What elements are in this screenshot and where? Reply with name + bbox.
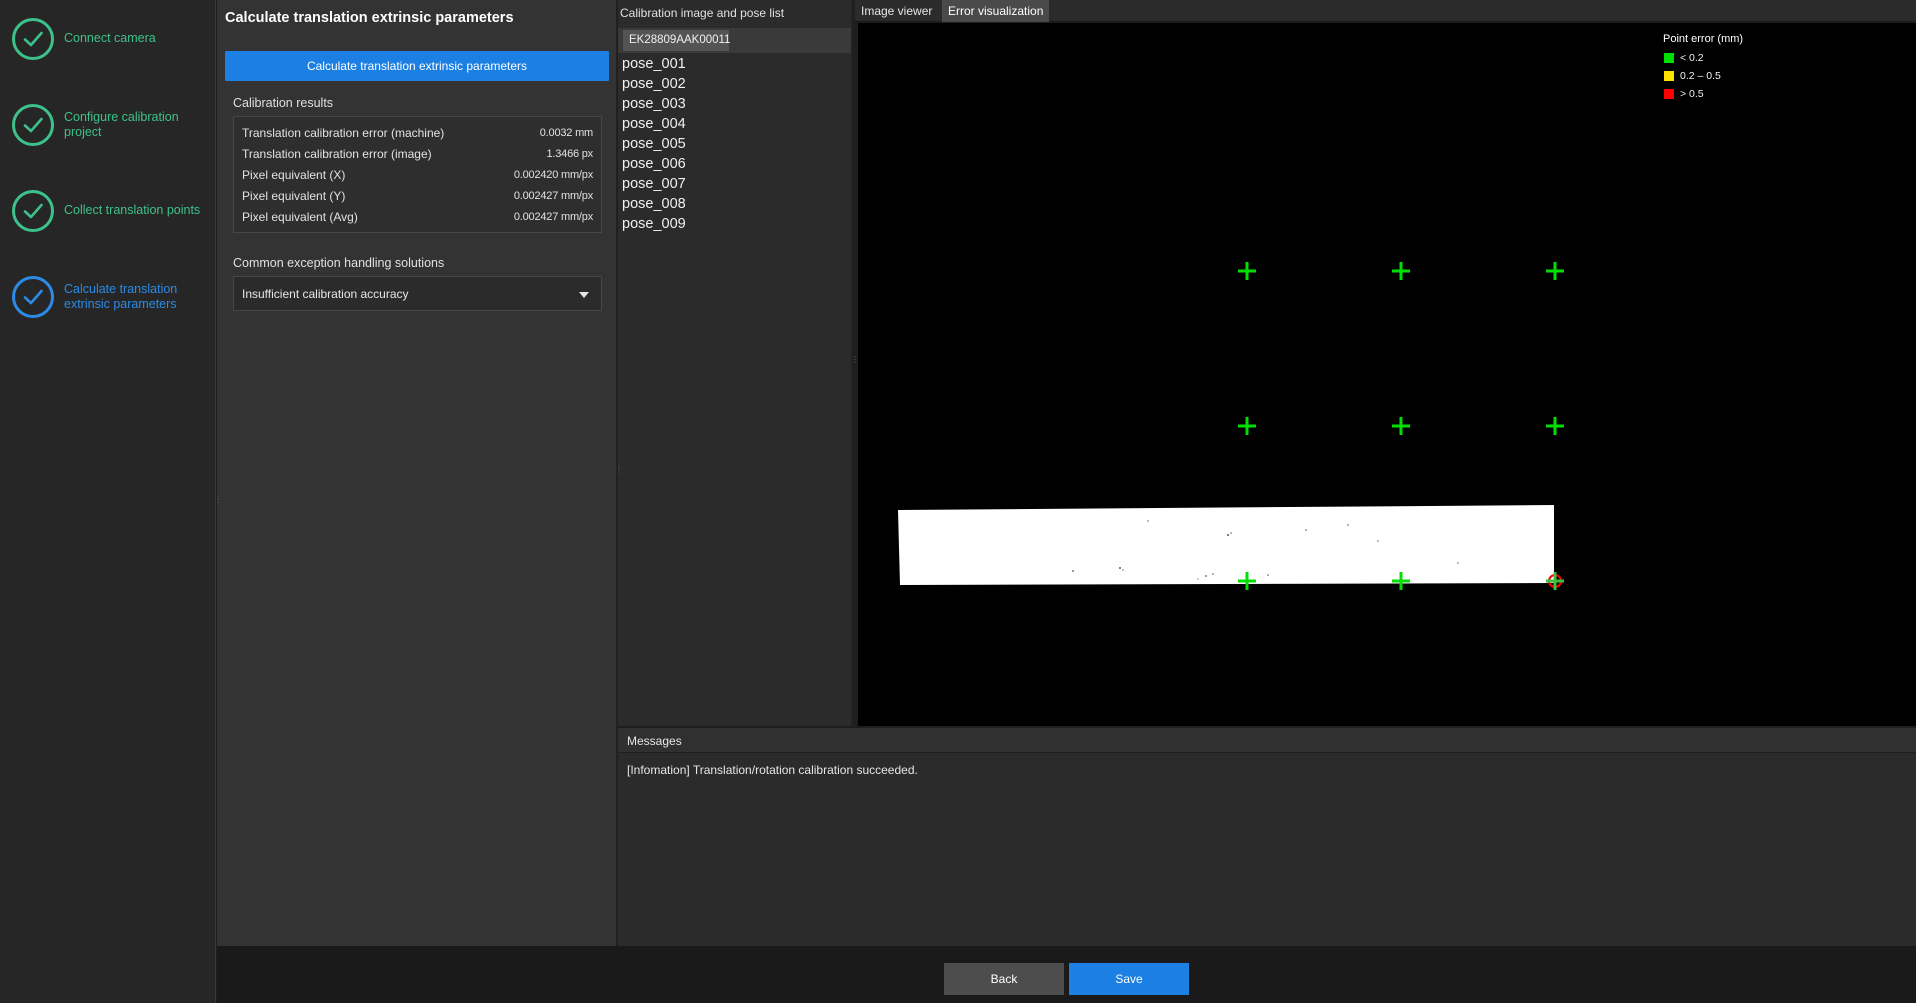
result-label: Translation calibration error (machine) — [242, 126, 445, 140]
result-row: Translation calibration error (machine) … — [242, 123, 593, 143]
message-line: [Infomation] Translation/rotation calibr… — [627, 763, 918, 777]
pose-panel-title: Calibration image and pose list — [620, 6, 785, 20]
pose-item[interactable]: pose_005 — [622, 134, 847, 154]
step-done-icon — [12, 18, 54, 60]
calibration-results-title: Calibration results — [233, 96, 334, 110]
tab-image-viewer[interactable]: Image viewer — [855, 0, 938, 22]
calibration-wizard: Connect camera Configure calibration pro… — [0, 0, 1916, 1003]
calibration-board-image — [898, 505, 1554, 585]
error-point-marker[interactable] — [1392, 417, 1410, 435]
result-value: 0.002427 mm/px — [513, 190, 593, 202]
legend-label: 0.2 – 0.5 — [1680, 70, 1721, 82]
result-row: Pixel equivalent (Y) 0.002427 mm/px — [242, 186, 593, 206]
result-row: Pixel equivalent (X) 0.002420 mm/px — [242, 165, 593, 185]
pose-list: pose_001 pose_002 pose_003 pose_004 pose… — [622, 54, 847, 234]
legend-swatch-yellow — [1664, 71, 1674, 81]
pose-item[interactable]: pose_008 — [622, 194, 847, 214]
step-done-icon — [12, 190, 54, 232]
messages-panel: Messages [Infomation] Translation/rotati… — [618, 728, 1916, 946]
result-value: 1.3466 px — [546, 148, 593, 160]
step-configure-project[interactable]: Configure calibration project — [12, 104, 212, 150]
result-label: Pixel equivalent (Y) — [242, 189, 346, 203]
step-label: Connect camera — [64, 31, 156, 45]
result-value: 0.002420 mm/px — [513, 169, 593, 181]
result-label: Translation calibration error (image) — [242, 147, 432, 161]
select-value: Insufficient calibration accuracy — [242, 287, 409, 301]
wizard-footer: Back Save — [217, 946, 1916, 1003]
pose-item[interactable]: pose_003 — [622, 94, 847, 114]
error-point-marker[interactable] — [1392, 262, 1410, 280]
viewer-tab-bar: Image viewer Error visualization — [855, 0, 1916, 22]
legend-swatch-red — [1664, 89, 1674, 99]
calculate-parameters-button[interactable]: Calculate translation extrinsic paramete… — [225, 51, 609, 81]
pose-item[interactable]: pose_009 — [622, 214, 847, 234]
error-point-marker[interactable] — [1238, 262, 1256, 280]
pose-item[interactable]: pose_004 — [622, 114, 847, 134]
messages-header: Messages — [618, 728, 1916, 753]
step-current-icon — [12, 276, 54, 318]
legend-item-medium: 0.2 – 0.5 — [1663, 67, 1813, 85]
splitter-handle[interactable]: ⋮ — [615, 465, 623, 474]
tab-error-visualization[interactable]: Error visualization — [942, 0, 1050, 22]
error-legend: Point error (mm) < 0.2 0.2 – 0.5 > 0.5 — [1663, 33, 1813, 103]
pose-item[interactable]: pose_002 — [622, 74, 847, 94]
exception-solution-select[interactable]: Insufficient calibration accuracy — [233, 276, 602, 311]
result-row: Translation calibration error (image) 1.… — [242, 144, 593, 164]
legend-label: < 0.2 — [1680, 52, 1704, 64]
parameter-panel: Calculate translation extrinsic paramete… — [217, 0, 617, 946]
messages-title: Messages — [627, 734, 682, 748]
calibration-results-table: Translation calibration error (machine) … — [233, 116, 602, 233]
pose-item[interactable]: pose_007 — [622, 174, 847, 194]
legend-item-low: < 0.2 — [1663, 49, 1813, 67]
error-point-marker[interactable] — [1546, 417, 1564, 435]
board-surface — [898, 505, 1554, 585]
result-value: 0.0032 mm — [539, 127, 593, 139]
result-row: Pixel equivalent (Avg) 0.002427 mm/px — [242, 207, 593, 227]
legend-swatch-green — [1664, 53, 1674, 63]
chevron-down-icon — [579, 292, 589, 298]
error-point-marker[interactable] — [1546, 262, 1564, 280]
legend-item-high: > 0.5 — [1663, 85, 1813, 103]
back-button[interactable]: Back — [944, 963, 1064, 995]
step-label: Collect translation points — [64, 203, 201, 217]
exceptions-title: Common exception handling solutions — [233, 256, 445, 270]
result-value: 0.002427 mm/px — [513, 211, 593, 223]
pose-item[interactable]: pose_006 — [622, 154, 847, 174]
error-point-marker[interactable] — [1238, 417, 1256, 435]
error-visualization-canvas[interactable]: Point error (mm) < 0.2 0.2 – 0.5 > 0.5 — [858, 23, 1916, 726]
step-connect-camera[interactable]: Connect camera — [12, 18, 212, 64]
panel-title: Calculate translation extrinsic paramete… — [225, 10, 514, 26]
step-label: Configure calibration project — [64, 110, 179, 139]
camera-tab[interactable]: EK28809AAK00011 — [623, 30, 730, 51]
result-label: Pixel equivalent (Avg) — [242, 210, 358, 224]
step-calculate-parameters[interactable]: Calculate translation extrinsic paramete… — [12, 276, 212, 322]
save-button[interactable]: Save — [1069, 963, 1189, 995]
splitter-handle[interactable]: ⋮ — [214, 495, 222, 504]
step-collect-points[interactable]: Collect translation points — [12, 190, 212, 236]
step-label: Calculate translation extrinsic paramete… — [64, 282, 178, 311]
camera-tab-bar: EK28809AAK00011 — [618, 28, 851, 53]
legend-label: > 0.5 — [1680, 88, 1704, 100]
legend-title: Point error (mm) — [1663, 33, 1744, 45]
pose-list-panel: Calibration image and pose list EK28809A… — [618, 0, 853, 726]
step-done-icon — [12, 104, 54, 146]
result-label: Pixel equivalent (X) — [242, 168, 346, 182]
pose-item[interactable]: pose_001 — [622, 54, 847, 74]
visualization-svg — [898, 262, 1564, 590]
splitter-handle[interactable]: ⋮ — [851, 355, 859, 364]
step-sidebar: Connect camera Configure calibration pro… — [0, 0, 216, 1003]
